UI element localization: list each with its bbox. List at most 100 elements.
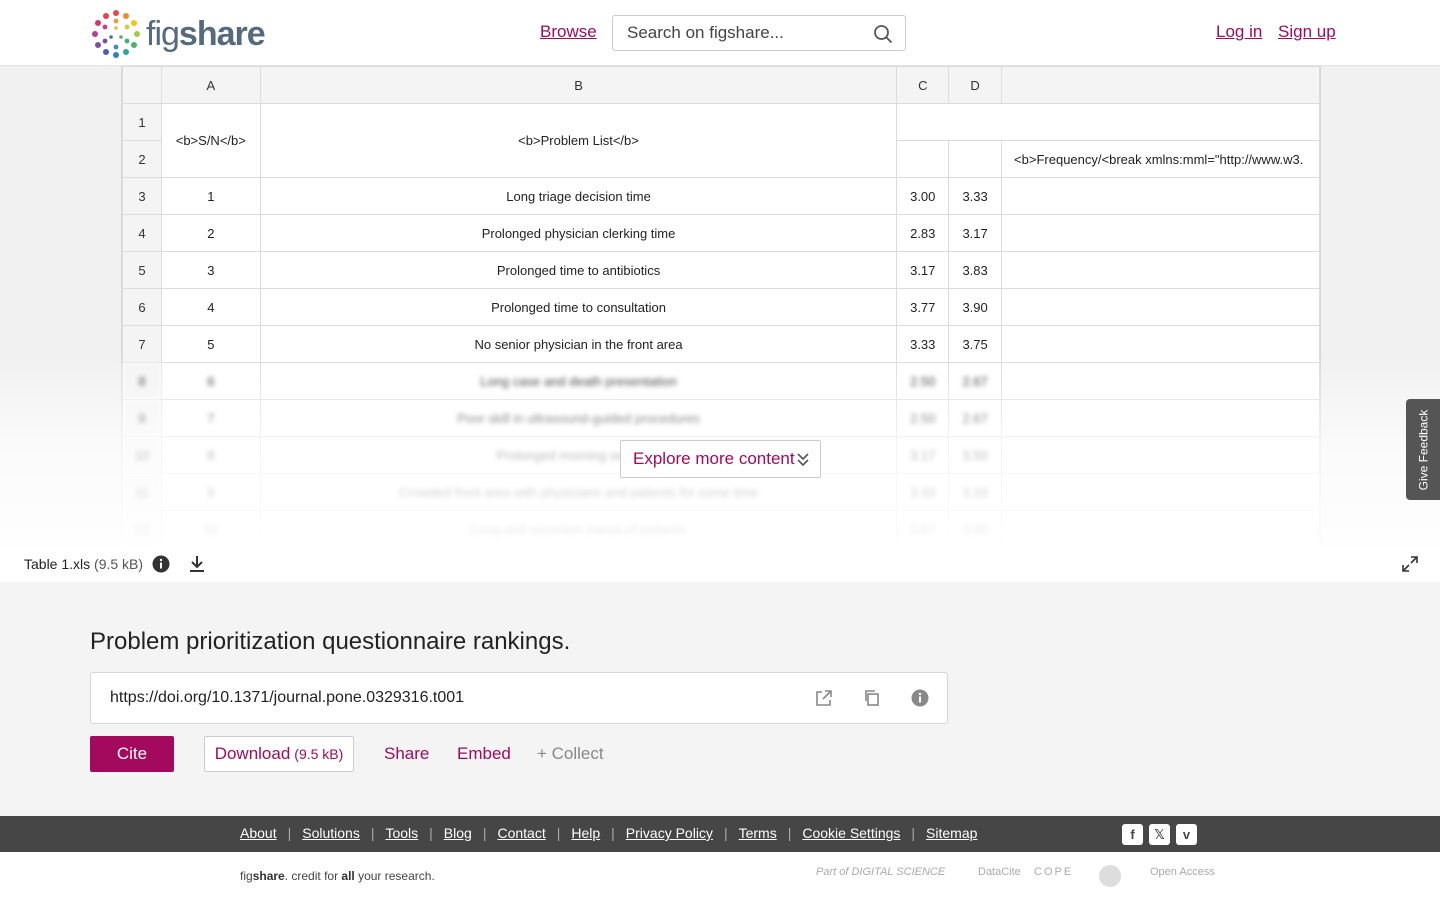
cell <box>1001 288 1320 326</box>
copy-icon[interactable] <box>863 689 881 707</box>
table-row: 11 9 Crowded front area with physicians an… <box>122 473 1320 511</box>
item-title: Problem prioritization questionnaire ran… <box>90 628 571 655</box>
give-feedback-tab[interactable]: Give Feedback <box>1406 399 1440 500</box>
table-row: 12 10 Long and uncertain transit of patien… <box>122 510 1320 546</box>
footer-separator: | <box>429 825 433 841</box>
search-box <box>612 15 906 51</box>
footer-links: About | Solutions | Tools | Blog | Contact | Help |… <box>240 825 977 841</box>
file-name: Table 1.xls (9.5 kB) <box>24 556 144 572</box>
cell-sn: 5 <box>160 325 261 363</box>
cell-score-c: 2.83 <box>896 214 950 252</box>
row-header: 4 <box>122 214 162 252</box>
footer-nav: About | Solutions | Tools | Blog | Contact | Help |… <box>0 816 1440 852</box>
cell-score-d: 2.67 <box>948 362 1003 400</box>
browse-link[interactable]: Browse <box>540 22 597 42</box>
cope-logo[interactable]: COPE <box>1034 866 1073 878</box>
cell <box>1001 399 1320 437</box>
footer-link-privacy-policy[interactable]: Privacy Policy <box>626 825 713 841</box>
cell-problem: Poor skill in ultrasound-guided procedur… <box>259 399 898 437</box>
digital-science-logo[interactable]: Part of DIGITAL SCIENCE <box>816 866 945 878</box>
external-link-icon[interactable] <box>815 689 833 707</box>
footer-link-tools[interactable]: Tools <box>385 825 418 841</box>
x-twitter-icon[interactable]: 𝕏 <box>1149 824 1170 845</box>
double-chevron-down-icon <box>797 453 809 467</box>
cite-button[interactable]: Cite <box>90 736 174 772</box>
footer-separator: | <box>287 825 292 841</box>
cell <box>1001 362 1320 400</box>
figshare-logo[interactable]: figshare <box>90 8 266 60</box>
cell-sn: 4 <box>160 288 261 326</box>
cell-score-d: 2.67 <box>948 399 1003 437</box>
cell-problem: Long case and death presentation <box>259 362 898 400</box>
column-header: A <box>160 66 261 104</box>
explore-more-button[interactable]: Explore more content <box>620 440 821 478</box>
info-icon[interactable] <box>152 555 170 573</box>
table-row: 8 6 Long case and death presentation 2.50 2.… <box>122 362 1320 400</box>
cell <box>1001 510 1320 546</box>
login-link[interactable]: Log in <box>1216 22 1262 42</box>
footer-link-terms[interactable]: Terms <box>739 825 777 841</box>
footer-link-sitemap[interactable]: Sitemap <box>926 825 977 841</box>
file-preview: A B C D 1 <b>S/N</b> <b>Problem List</b>… <box>0 66 1440 546</box>
fullscreen-expand-icon[interactable] <box>1402 556 1418 572</box>
row-header: 2 <box>122 140 162 178</box>
cell-score-d: 3.33 <box>948 473 1003 511</box>
item-details: Problem prioritization questionnaire ran… <box>0 582 1440 816</box>
footer-link-solutions[interactable]: Solutions <box>302 825 360 841</box>
cell-score-c: 3.00 <box>896 177 950 215</box>
cell-sn: 8 <box>160 436 261 474</box>
footer-link-blog[interactable]: Blog <box>444 825 472 841</box>
footer-link-cookie-settings[interactable]: Cookie Settings <box>802 825 900 841</box>
cell-score-d: 3.00 <box>948 510 1003 546</box>
search-icon[interactable] <box>873 24 893 44</box>
table-row: 5 3 Prolonged time to antibiotics 3.17 3.83 <box>122 251 1320 289</box>
cell-score-c: 3.33 <box>896 473 950 511</box>
row-header: 9 <box>122 399 162 437</box>
cell-sn: 1 <box>160 177 261 215</box>
footer-separator: | <box>787 825 792 841</box>
download-icon[interactable] <box>188 555 206 573</box>
cell <box>1001 473 1320 511</box>
download-button[interactable]: Download (9.5 kB) <box>204 736 354 772</box>
cell-sn: 7 <box>160 399 261 437</box>
cell <box>1001 177 1320 215</box>
vimeo-icon[interactable]: v <box>1176 824 1197 845</box>
footer-link-about[interactable]: About <box>240 825 277 841</box>
table-row: 7 5 No senior physician in the front area 3… <box>122 325 1320 363</box>
datacite-logo[interactable]: DataCite <box>978 866 1021 878</box>
cell-problem: No senior physician in the front area <box>259 325 898 363</box>
embed-link[interactable]: Embed <box>457 744 511 764</box>
open-access-logo[interactable]: Open Access <box>1150 866 1215 878</box>
signup-link[interactable]: Sign up <box>1278 22 1336 42</box>
cell-score-c: 2.50 <box>896 399 950 437</box>
cell <box>948 140 1003 178</box>
info-icon[interactable] <box>911 689 929 707</box>
cell-sn: 10 <box>160 510 261 546</box>
cell-problem: Crowded front area with physicians and p… <box>259 473 898 511</box>
cell <box>1001 436 1320 474</box>
column-header-row: A B C D <box>122 66 1320 104</box>
cell-problem: Long and uncertain transit of patients <box>259 510 898 546</box>
row-header: 3 <box>122 177 162 215</box>
cell-score-c: 2.50 <box>896 362 950 400</box>
seal-logo-icon[interactable] <box>1098 864 1122 888</box>
cell-problem: Long triage decision time <box>259 177 898 215</box>
table-row: 4 2 Prolonged physician clerking time 2.83 3… <box>122 214 1320 252</box>
collect-link[interactable]: + Collect <box>537 744 604 764</box>
table-row: 3 1 Long triage decision time 3.00 3.33 <box>122 177 1320 215</box>
figshare-logo-icon <box>92 10 140 58</box>
search-input[interactable] <box>613 16 863 50</box>
facebook-icon[interactable]: f <box>1122 824 1143 845</box>
file-bar: Table 1.xls (9.5 kB) <box>0 546 1440 582</box>
cell-problem: Prolonged time to antibiotics <box>259 251 898 289</box>
cell-sn-header: <b>S/N</b> <box>160 103 261 178</box>
footer-link-contact[interactable]: Contact <box>497 825 545 841</box>
cell-score-c: 3.33 <box>896 325 950 363</box>
site-header: figshare Browse Log in Sign up <box>0 0 1440 66</box>
row-header: 5 <box>122 251 162 289</box>
footer-link-help[interactable]: Help <box>571 825 600 841</box>
doi-link[interactable]: https://doi.org/10.1371/journal.pone.032… <box>110 689 464 707</box>
share-link[interactable]: Share <box>384 744 429 764</box>
row-header: 8 <box>122 362 162 400</box>
cell-score-d: 3.75 <box>948 325 1003 363</box>
